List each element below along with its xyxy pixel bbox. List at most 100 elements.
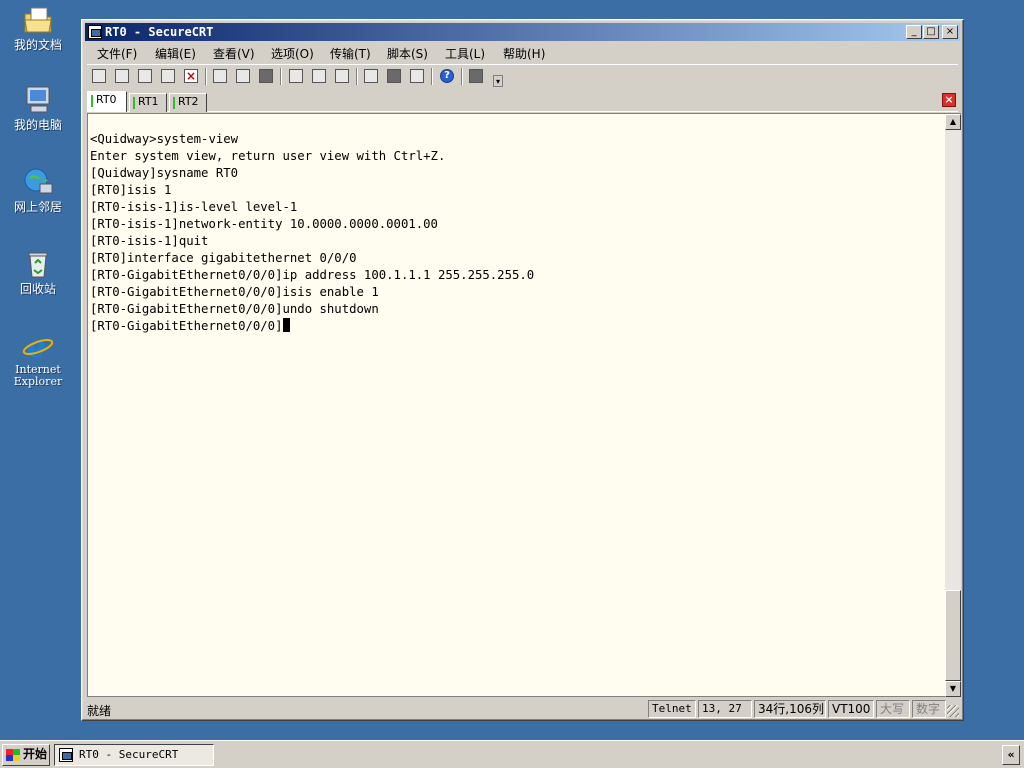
- help-icon[interactable]: ?: [438, 67, 456, 85]
- connect-in-tab-icon[interactable]: [136, 67, 154, 85]
- menu-file[interactable]: 文件(F): [97, 45, 137, 62]
- network-places-icon: [22, 166, 54, 198]
- tab-label: RT2: [178, 95, 199, 108]
- terminal-cursor: [282, 318, 290, 332]
- menu-tools[interactable]: 工具(L): [445, 45, 485, 62]
- connected-indicator: [91, 95, 93, 107]
- scroll-up-button[interactable]: ▲: [945, 114, 961, 130]
- connect-icon[interactable]: [90, 67, 108, 85]
- close-button[interactable]: ×: [942, 25, 958, 39]
- toolbar-separator: [205, 68, 207, 85]
- tray-expand-button[interactable]: «: [1002, 745, 1020, 765]
- maximize-button[interactable]: □: [923, 25, 939, 39]
- session-options-icon[interactable]: [362, 67, 380, 85]
- keymap-icon[interactable]: [408, 67, 426, 85]
- my-computer-icon: [22, 84, 54, 116]
- desktop-icon-recycle-bin[interactable]: 回收站: [6, 248, 70, 296]
- print-icon[interactable]: [287, 67, 305, 85]
- status-terminal-size: 34行,106列: [754, 700, 826, 718]
- terminal-prompt-line: [RT0-GigabitEthernet0/0/0]: [90, 318, 290, 335]
- status-protocol: Telnet: [648, 700, 696, 718]
- taskbar-item-label: RT0 - SecureCRT: [79, 748, 179, 761]
- terminal-prompt: [RT0-GigabitEthernet0/0/0]: [90, 319, 283, 333]
- menu-bar: 文件(F) 编辑(E) 查看(V) 选项(O) 传输(T) 脚本(S) 工具(L…: [85, 42, 960, 62]
- menu-transfer[interactable]: 传输(T): [330, 45, 371, 62]
- minimize-button[interactable]: _: [906, 25, 922, 39]
- start-label: 开始: [23, 747, 48, 761]
- status-cursor-position: 13, 27: [698, 700, 752, 718]
- toolbar: × ? ▾: [87, 64, 958, 88]
- toolbar-separator: [356, 68, 358, 85]
- tab-label: RT0: [96, 93, 117, 106]
- terminal-line: [RT0-isis-1]quit: [90, 234, 209, 248]
- vertical-scrollbar[interactable]: ▲ ▼: [945, 113, 961, 697]
- securecrt-window: RT0 - SecureCRT _ □ × 文件(F) 编辑(E) 查看(V) …: [81, 19, 964, 721]
- terminal-screen[interactable]: <Quidway>system-view Enter system view, …: [87, 113, 946, 697]
- print-selection-icon[interactable]: [310, 67, 328, 85]
- quick-connect-icon[interactable]: [113, 67, 131, 85]
- toolbar-overflow-button[interactable]: ▾: [493, 75, 503, 87]
- global-options-icon[interactable]: [385, 67, 403, 85]
- menu-options[interactable]: 选项(O): [271, 45, 314, 62]
- my-documents-icon: [22, 4, 54, 36]
- terminal-line: <Quidway>system-view: [90, 132, 239, 146]
- taskbar-item-securecrt[interactable]: RT0 - SecureCRT: [54, 744, 214, 766]
- tab-rt0[interactable]: RT0: [87, 91, 127, 112]
- window-title: RT0 - SecureCRT: [105, 25, 214, 39]
- taskbar: 开始 RT0 - SecureCRT «: [0, 740, 1024, 768]
- terminal-line: [RT0-GigabitEthernet0/0/0]undo shutdown: [90, 302, 379, 316]
- status-caps-lock: 大写: [876, 700, 910, 718]
- connected-indicator: [133, 97, 135, 109]
- resize-grip[interactable]: [947, 705, 959, 717]
- status-ready: 就绪: [87, 704, 112, 718]
- menu-script[interactable]: 脚本(S): [387, 45, 428, 62]
- find-icon[interactable]: [257, 67, 275, 85]
- toolbar-separator: [431, 68, 433, 85]
- reconnect-icon[interactable]: [159, 67, 177, 85]
- securecrt-app-icon: [59, 748, 73, 762]
- terminal-line: [RT0]interface gigabitethernet 0/0/0: [90, 251, 357, 265]
- desktop-icon-label: 回收站: [19, 282, 56, 296]
- status-bar: 就绪 Telnet 13, 27 34行,106列 VT100 大写 数字: [85, 699, 960, 719]
- terminal-line: [RT0-GigabitEthernet0/0/0]isis enable 1: [90, 285, 379, 299]
- desktop-icon-label-line2: Explorer: [13, 375, 63, 388]
- terminal-line: Enter system view, return user view with…: [90, 149, 446, 163]
- print-setup-icon[interactable]: [333, 67, 351, 85]
- start-button[interactable]: 开始: [2, 744, 50, 766]
- disconnect-icon[interactable]: ×: [182, 67, 200, 85]
- terminal-line: [RT0]isis 1: [90, 183, 172, 197]
- scroll-down-button[interactable]: ▼: [945, 681, 961, 697]
- tab-rt2[interactable]: RT2: [169, 93, 207, 112]
- menu-edit[interactable]: 编辑(E): [155, 45, 196, 62]
- scroll-thumb[interactable]: [945, 590, 961, 681]
- sftp-icon[interactable]: [467, 67, 485, 85]
- paste-icon[interactable]: [234, 67, 252, 85]
- toolbar-separator: [461, 68, 463, 85]
- desktop-icon-label: 我的电脑: [13, 118, 62, 132]
- status-emulation: VT100: [828, 700, 874, 718]
- desktop-icon-my-documents[interactable]: 我的文档: [6, 4, 70, 52]
- tab-rt1[interactable]: RT1: [129, 93, 167, 112]
- windows-logo-icon: [6, 749, 20, 761]
- desktop-icon-label: 我的文档: [13, 38, 62, 52]
- toolbar-separator: [280, 68, 282, 85]
- tab-label: RT1: [138, 95, 159, 108]
- status-num-lock: 数字: [912, 700, 946, 718]
- terminal-line: [Quidway]sysname RT0: [90, 166, 239, 180]
- desktop-icon-internet-explorer[interactable]: e Internet Explorer: [6, 330, 70, 388]
- recycle-bin-icon: [22, 248, 54, 280]
- copy-icon[interactable]: [211, 67, 229, 85]
- desktop-icon-label: 网上邻居: [13, 200, 62, 214]
- desktop-icon-my-computer[interactable]: 我的电脑: [6, 84, 70, 132]
- desktop-icon-network-places[interactable]: 网上邻居: [6, 166, 70, 214]
- terminal-line: [RT0-isis-1]is-level level-1: [90, 200, 298, 214]
- session-tabs: RT0 RT1 RT2 ×: [87, 90, 958, 112]
- menu-help[interactable]: 帮助(H): [503, 45, 545, 62]
- terminal-line: [RT0-GigabitEthernet0/0/0]ip address 100…: [90, 268, 535, 282]
- internet-explorer-icon: e: [22, 330, 54, 365]
- securecrt-app-icon[interactable]: [88, 25, 102, 39]
- connected-indicator: [173, 97, 175, 109]
- title-bar[interactable]: RT0 - SecureCRT _ □ ×: [85, 23, 960, 41]
- close-tab-icon[interactable]: ×: [942, 93, 956, 107]
- menu-view[interactable]: 查看(V): [213, 45, 255, 62]
